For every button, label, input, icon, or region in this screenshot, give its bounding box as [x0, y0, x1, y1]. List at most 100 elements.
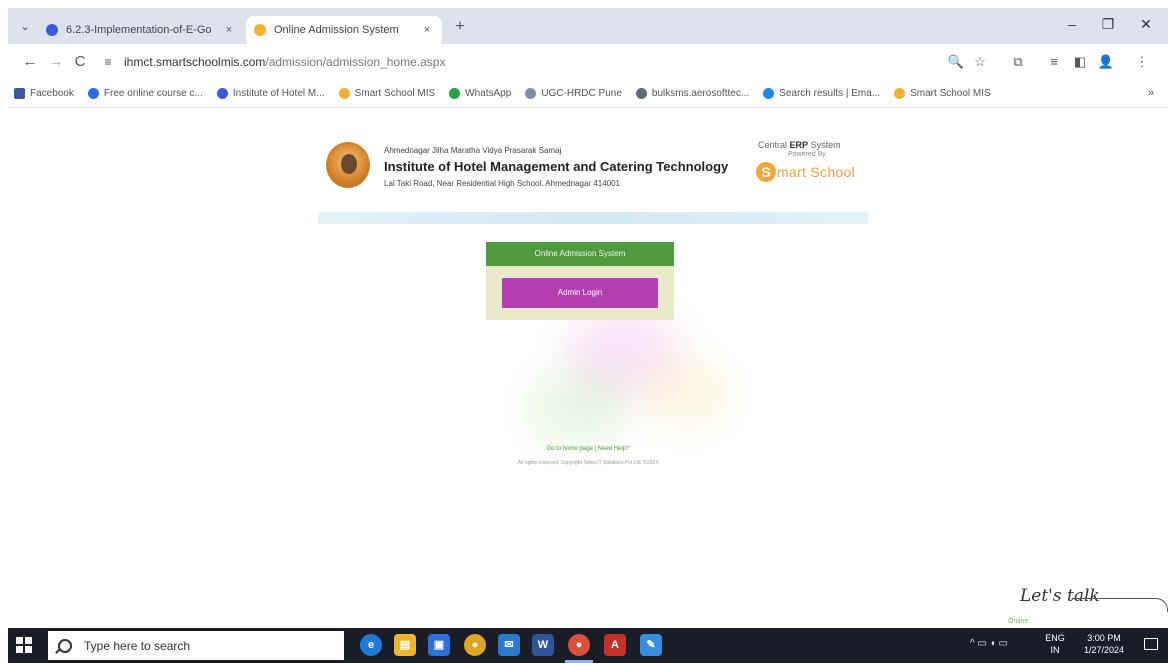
close-window-button[interactable]: ✕ — [1134, 16, 1158, 33]
site-info-icon[interactable]: ≡ — [98, 55, 118, 69]
institute-header: Ahmednagar Jilha Maratha Vidya Prasarak … — [318, 128, 868, 228]
bookmark-label: Smart School MIS — [910, 88, 991, 99]
language-code: ENG — [1045, 633, 1065, 643]
header-divider — [318, 212, 868, 224]
logo-portrait — [341, 154, 357, 174]
tab-favicon-icon — [254, 24, 266, 36]
bookmark-label: Free online course c... — [103, 88, 203, 99]
file-explorer-icon[interactable]: ▤ — [394, 634, 416, 656]
erp-prefix: Central — [758, 140, 788, 150]
clock-time: 3:00 PM — [1087, 633, 1121, 643]
bookmarks-overflow-icon[interactable]: » — [1148, 87, 1154, 99]
tab-close-icon[interactable]: × — [222, 24, 236, 36]
footer-copyright: All rights reserved. Copyright Tebra IT … — [517, 460, 659, 466]
tab-close-icon[interactable]: × — [420, 24, 434, 36]
paint-icon[interactable]: ✎ — [640, 634, 662, 656]
extensions-icon[interactable]: ⧉ — [1008, 53, 1028, 71]
admin-login-button[interactable]: Admin Login — [502, 278, 658, 308]
windows-taskbar: Type here to search e ▤ ▣ ● ✉ W ● A ✎ ^ … — [8, 628, 1168, 663]
institute-icon — [216, 88, 228, 99]
ugc-icon — [525, 88, 537, 99]
footer-links[interactable]: Go to home page | Need Help? — [8, 446, 1168, 452]
url-host: ihmct.smartschoolmis.com — [124, 55, 266, 69]
system-tray-icons[interactable]: ^ ▭ ◖ ▭ — [970, 638, 1008, 649]
mail-icon[interactable]: ✉ — [498, 634, 520, 656]
bookmark-smart-school-mis-2[interactable]: Smart School MIS — [894, 88, 991, 99]
bookmark-label: Smart School MIS — [354, 88, 436, 99]
smart-school-icon — [894, 88, 906, 99]
zoom-icon[interactable]: 🔍 — [946, 53, 966, 71]
search-icon — [58, 638, 72, 653]
smart-school-logo: Smart School — [756, 161, 855, 183]
institute-address: Lal Taki Road, Near Residential High Sch… — [384, 179, 621, 188]
bookmark-ugc-hrdc[interactable]: UGC-HRDC Pune — [525, 88, 622, 99]
erp-suffix: System — [810, 140, 841, 150]
word-icon[interactable]: W — [532, 634, 554, 656]
institute-logo — [326, 142, 370, 188]
chrome-profile-icon[interactable]: ● — [565, 634, 593, 663]
tab-strip: ⌄ 6.2.3-Implementation-of-E-Go × Online … — [8, 8, 1168, 44]
region-code: IN — [1050, 645, 1060, 655]
windows-start-icon[interactable] — [16, 637, 32, 653]
taskbar-search-placeholder: Type here to search — [84, 638, 191, 653]
tab-online-admission[interactable]: Online Admission System × — [246, 16, 442, 44]
url-text: ihmct.smartschoolmis.com/admission/admis… — [124, 55, 445, 69]
bookmark-label: Facebook — [30, 88, 74, 99]
chrome-icon[interactable]: ● — [464, 634, 486, 656]
page-content: Ahmednagar Jilha Maratha Vidya Prasarak … — [8, 108, 1168, 628]
bookmark-institute-of-hotel[interactable]: Institute of Hotel M... — [216, 88, 325, 99]
institute-name: Institute of Hotel Management and Cateri… — [384, 159, 729, 174]
taskbar-search-box[interactable]: Type here to search — [48, 631, 344, 660]
admission-title: Online Admission System — [486, 242, 674, 266]
search-results-icon — [763, 88, 775, 99]
side-panel-icon[interactable]: ◧ — [1070, 53, 1090, 71]
bookmark-label: Search results | Ema... — [779, 88, 881, 99]
whatsapp-icon — [449, 88, 461, 99]
new-tab-button[interactable]: + — [451, 19, 469, 35]
acrobat-icon[interactable]: A — [604, 634, 626, 656]
browser-menu-icon[interactable]: ⋮ — [1132, 53, 1152, 71]
bookmark-star-icon[interactable]: ☆ — [970, 53, 990, 71]
tab-title: 6.2.3-Implementation-of-E-Go — [66, 24, 212, 36]
swayam-icon — [87, 88, 99, 99]
brand-initial: S — [756, 162, 776, 182]
reload-button[interactable]: C — [70, 53, 90, 71]
reading-list-icon[interactable]: ≡ — [1044, 53, 1064, 71]
minimize-button[interactable]: – — [1060, 16, 1084, 32]
erp-system-label: Central ERP System — [758, 140, 841, 150]
bookmark-label: Institute of Hotel M... — [232, 88, 325, 99]
store-icon[interactable]: ▣ — [428, 634, 450, 656]
bookmark-search-results[interactable]: Search results | Ema... — [763, 88, 880, 99]
background-decoration — [528, 368, 628, 448]
address-bar[interactable]: ≡ ihmct.smartschoolmis.com/admission/adm… — [98, 49, 943, 75]
tab-search-dropdown[interactable]: ⌄ — [16, 18, 34, 36]
bookmark-label: bulksms.aerosofttec... — [651, 88, 750, 99]
bookmarks-bar: Facebook Free online course c... Institu… — [8, 80, 1168, 108]
language-indicator[interactable]: ENG IN — [1044, 632, 1066, 656]
bookmark-bulksms[interactable]: bulksms.aerosofttec... — [635, 88, 750, 99]
tab-title: Online Admission System — [274, 24, 399, 36]
bookmark-label: UGC-HRDC Pune — [541, 88, 622, 99]
globe-icon — [635, 88, 647, 99]
notification-center-icon[interactable] — [1144, 638, 1158, 650]
chat-widget-swash — [1072, 598, 1168, 612]
screen: ⌄ 6.2.3-Implementation-of-E-Go × Online … — [8, 8, 1168, 663]
bookmark-free-online-course[interactable]: Free online course c... — [87, 88, 203, 99]
forward-button[interactable]: → — [46, 53, 66, 71]
browser-toolbar: ← → C ≡ ihmct.smartschoolmis.com/admissi… — [8, 44, 1168, 80]
profile-icon[interactable]: 👤 — [1096, 53, 1116, 71]
bookmark-smart-school-mis[interactable]: Smart School MIS — [338, 88, 436, 99]
admission-panel: Online Admission System Admin Login — [486, 242, 674, 320]
back-button[interactable]: ← — [20, 53, 40, 71]
bookmark-facebook[interactable]: Facebook — [14, 88, 74, 99]
brand-text: mart School — [777, 164, 855, 180]
background-decoration — [648, 358, 728, 428]
taskbar-clock[interactable]: 3:00 PM 1/27/2024 — [1078, 632, 1130, 656]
bookmark-whatsapp[interactable]: WhatsApp — [449, 88, 511, 99]
restore-button[interactable]: ❐ — [1096, 16, 1120, 33]
edge-icon[interactable]: e — [360, 634, 382, 656]
facebook-icon — [14, 88, 25, 99]
powered-by-label: Powered By — [788, 151, 826, 158]
tab-implementation[interactable]: 6.2.3-Implementation-of-E-Go × — [38, 16, 244, 44]
url-path: /admission/admission_home.aspx — [265, 55, 446, 69]
